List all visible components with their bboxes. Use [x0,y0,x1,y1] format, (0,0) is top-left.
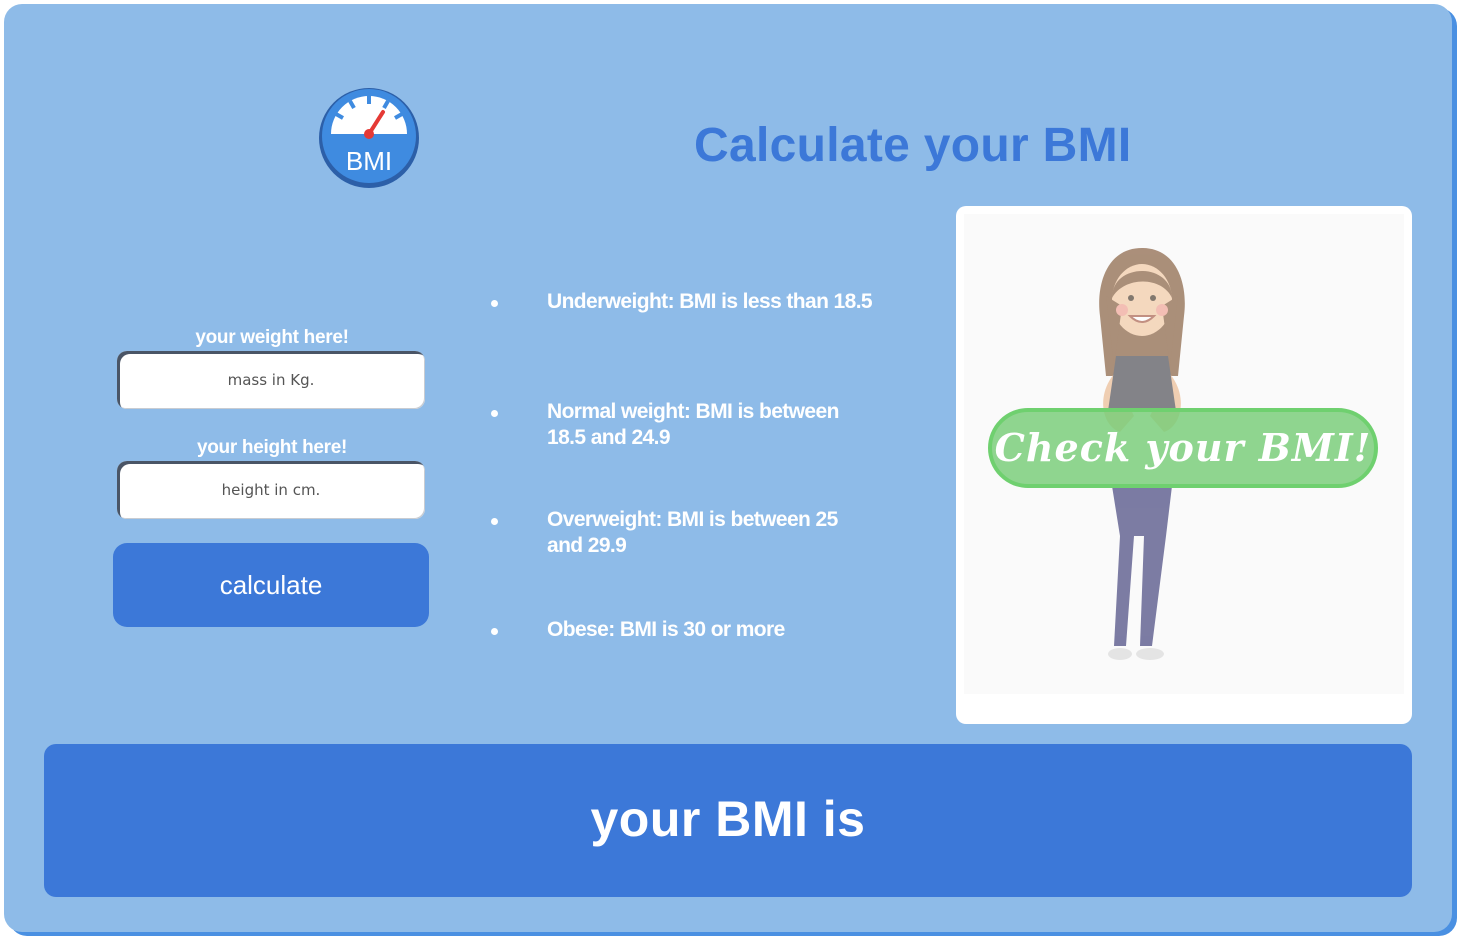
bmi-result-text: your BMI is [590,791,866,847]
list-item: Obese: BMI is 30 or more [485,617,875,643]
bullet-icon [491,628,498,635]
list-item: Underweight: BMI is less than 18.5 [485,289,875,315]
bmi-gauge-logo: BMI [317,86,421,190]
check-bmi-banner: Check your BMI! [988,408,1378,488]
calculate-button[interactable]: calculate [113,543,429,627]
logo-text: BMI [346,146,392,176]
category-overweight: Overweight: BMI is between 25 and 29.9 [547,508,838,557]
category-obese: Obese: BMI is 30 or more [547,618,785,641]
category-underweight: Underweight: BMI is less than 18.5 [547,290,873,313]
result-bar: your BMI is [44,744,1412,897]
weight-input[interactable] [117,351,425,409]
height-label: your height here! [196,437,348,458]
bullet-icon [491,300,498,307]
bullet-icon [491,410,498,417]
page-title: Calculate your BMI [694,119,1132,172]
weight-label: your weight here! [195,327,349,348]
height-input[interactable] [117,461,425,519]
list-item: Normal weight: BMI is between 18.5 and 2… [485,399,875,451]
category-normal: Normal weight: BMI is between 18.5 and 2… [547,400,839,449]
list-item: Overweight: BMI is between 25 and 29.9 [485,507,875,559]
bullet-icon [491,518,498,525]
